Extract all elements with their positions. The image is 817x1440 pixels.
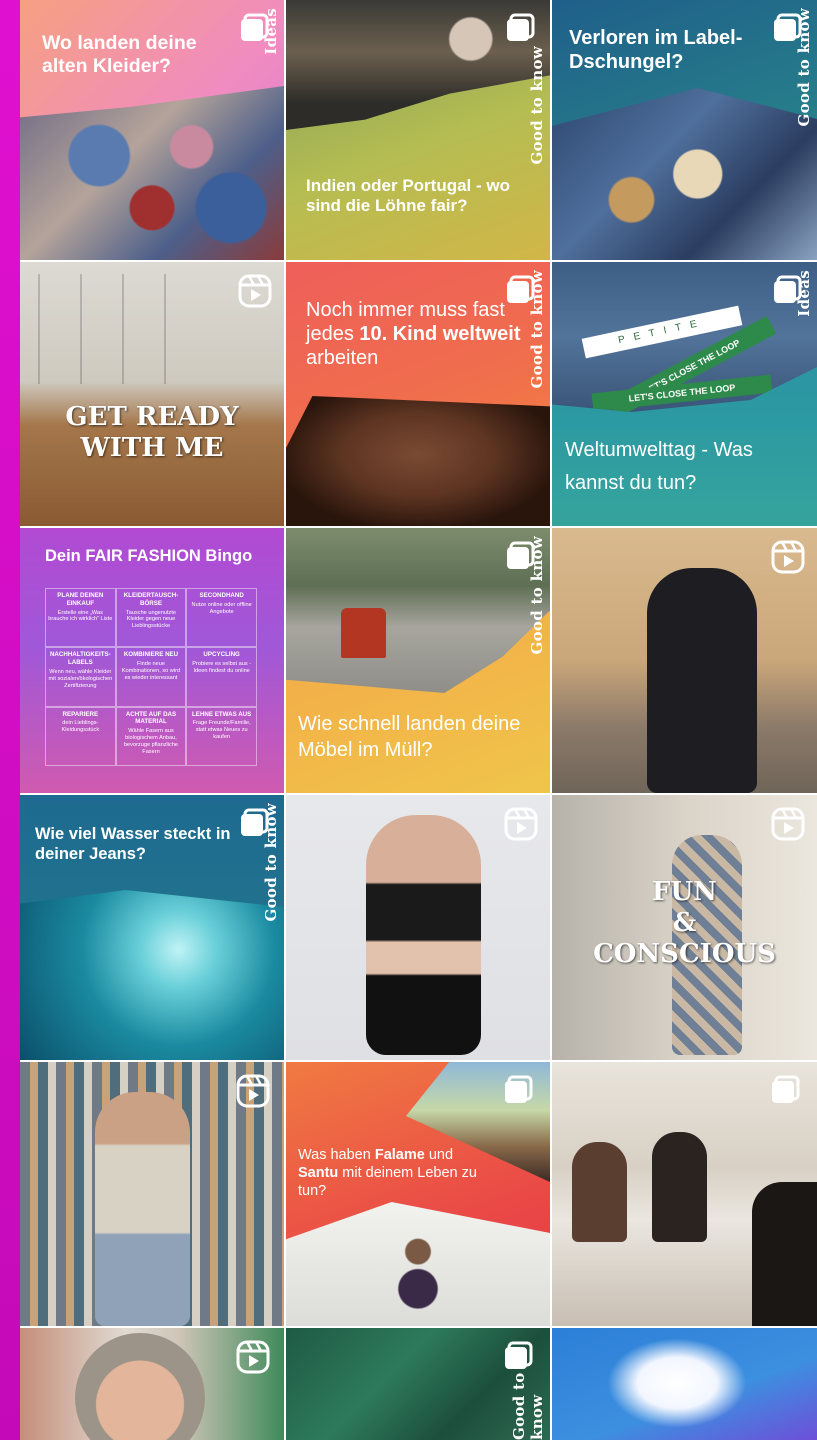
reel-title: FUN & CONSCIOUS bbox=[593, 877, 776, 970]
reel-icon bbox=[504, 807, 538, 841]
post-title: Wie viel Wasser steckt in deiner Jeans? bbox=[35, 825, 231, 863]
post-tile-17[interactable]: Good to know bbox=[286, 1328, 550, 1440]
post-tile-1[interactable]: Wo landen deine alten Kleider? Ideas bbox=[20, 0, 284, 260]
post-tile-10[interactable]: Wie viel Wasser steckt in deiner Jeans? … bbox=[20, 795, 284, 1060]
bingo-cell: PLANE DEINEN EINKAUF Erstelle eine „Was b… bbox=[45, 588, 116, 648]
reel-title: GET READY WITH ME bbox=[65, 402, 239, 464]
post-title: Was haben Falame und Santu mit deinem Le… bbox=[298, 1147, 477, 1200]
bingo-cell: KLEIDERTAUSCH-BÖRSE Tausche ungenutzte Kl… bbox=[115, 588, 187, 648]
reel-icon bbox=[771, 807, 805, 841]
person-silhouette bbox=[366, 815, 481, 1055]
left-edge-strip bbox=[0, 0, 20, 1440]
post-title: Wie schnell landen deine Möbel im Müll? bbox=[298, 713, 521, 761]
carousel-icon bbox=[504, 274, 538, 308]
person-silhouette bbox=[647, 568, 757, 793]
post-tile-16[interactable] bbox=[20, 1328, 284, 1440]
bingo-cell: LEHNE ETWAS AUS Frage Freunde/Familie, st… bbox=[186, 706, 257, 766]
post-tile-8[interactable]: Wie schnell landen deine Möbel im Müll? … bbox=[286, 528, 550, 793]
carousel-icon bbox=[238, 807, 272, 841]
post-tile-11[interactable] bbox=[286, 795, 550, 1060]
post-tile-6[interactable]: PETITE LET'S CLOSE THE LOOP LET'S CLOSE … bbox=[552, 262, 817, 526]
carousel-icon bbox=[504, 12, 538, 46]
post-tile-9[interactable] bbox=[552, 528, 817, 793]
reel-icon bbox=[771, 540, 805, 574]
post-tile-18[interactable] bbox=[552, 1328, 817, 1440]
good-to-know-tag: Good to know bbox=[528, 46, 546, 165]
post-tile-12[interactable]: FUN & CONSCIOUS bbox=[552, 795, 817, 1060]
bingo-cell: REPARIERE dein Lieblings-Kleidungsstück bbox=[45, 706, 116, 766]
post-tile-13[interactable] bbox=[20, 1062, 284, 1326]
post-title: Dein FAIR FASHION Bingo bbox=[45, 547, 253, 565]
post-title: Weltumwelttag - Was kannst du tun? bbox=[565, 439, 753, 494]
post-tile-14[interactable]: Was haben Falame und Santu mit deinem Le… bbox=[286, 1062, 550, 1326]
water-bubbles-photo bbox=[20, 890, 284, 1060]
red-armchair bbox=[341, 608, 386, 658]
bingo-cell: ACHTE AUF DAS MATERIAL Wähle Fasern aus b… bbox=[115, 706, 187, 766]
bingo-cell: NACHHALTIGKEITS-LABELS Wenn neu, wähle Kl… bbox=[45, 647, 116, 707]
person-silhouette bbox=[95, 1092, 190, 1326]
reel-icon bbox=[238, 274, 272, 308]
reel-icon bbox=[236, 1074, 270, 1108]
post-title: Verloren im Label-Dschungel? bbox=[569, 27, 743, 73]
heart-cloud bbox=[607, 1338, 747, 1428]
bingo-cell: SECONDHAND Nutze online oder offline Ange… bbox=[186, 588, 257, 648]
post-title: Noch immer muss fast jedes 10. Kind welt… bbox=[306, 299, 521, 369]
carousel-icon bbox=[771, 12, 805, 46]
carousel-icon bbox=[502, 1340, 536, 1374]
carousel-icon bbox=[769, 1074, 803, 1108]
bingo-cell: UPCYCLING Probiere es selbst aus - Ideen … bbox=[186, 647, 257, 707]
carousel-icon bbox=[771, 274, 805, 308]
post-tile-3[interactable]: Verloren im Label-Dschungel? Good to kno… bbox=[552, 0, 817, 260]
person-silhouette bbox=[752, 1182, 817, 1326]
bingo-grid: PLANE DEINEN EINKAUF Erstelle eine „Was b… bbox=[45, 588, 257, 766]
child-face-photo bbox=[286, 396, 550, 526]
carousel-icon bbox=[502, 1074, 536, 1108]
person-silhouette bbox=[572, 1142, 627, 1242]
post-tile-7[interactable]: Dein FAIR FASHION Bingo PLANE DEINEN EIN… bbox=[20, 528, 284, 793]
bingo-cell: KOMBINIERE NEU Finde neue Kombinationen, … bbox=[115, 647, 187, 707]
picture-frames bbox=[26, 274, 176, 384]
carousel-icon bbox=[504, 540, 538, 574]
post-tile-5[interactable]: Noch immer muss fast jedes 10. Kind welt… bbox=[286, 262, 550, 526]
profile-post-grid: Wo landen deine alten Kleider? Ideas Ind… bbox=[20, 0, 817, 1440]
post-tile-15[interactable] bbox=[552, 1062, 817, 1326]
carousel-icon bbox=[238, 12, 272, 46]
person-silhouette bbox=[652, 1132, 707, 1242]
post-tile-4[interactable]: GET READY WITH ME bbox=[20, 262, 284, 526]
reel-icon bbox=[236, 1340, 270, 1374]
post-title: Indien oder Portugal - wo sind die Löhne… bbox=[306, 176, 510, 216]
post-tile-2[interactable]: Indien oder Portugal - wo sind die Löhne… bbox=[286, 0, 550, 260]
post-title: Wo landen deine alten Kleider? bbox=[42, 32, 197, 78]
